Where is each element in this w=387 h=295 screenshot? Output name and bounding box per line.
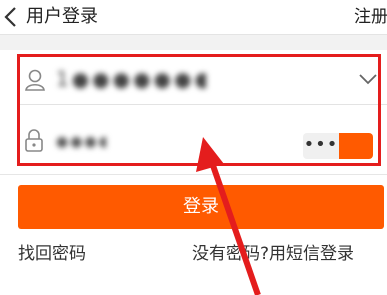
chevron-down-icon[interactable] — [358, 72, 378, 86]
login-form: 1●●●●●●●●● ●●●● ••• — [0, 50, 387, 175]
page-title: 用户登录 — [26, 6, 98, 27]
password-visibility-toggle[interactable]: ••• — [303, 133, 373, 159]
sms-login-link[interactable]: 没有密码?用短信登录 — [192, 242, 354, 266]
user-icon — [25, 69, 45, 91]
header-bar: 用户登录 注册 — [0, 0, 387, 35]
toggle-dots: ••• — [303, 133, 339, 159]
form-divider — [18, 104, 387, 105]
back-icon[interactable] — [2, 5, 22, 29]
register-link[interactable]: 注册 — [354, 5, 387, 29]
lock-icon — [25, 129, 43, 152]
toggle-knob — [339, 133, 373, 159]
password-input[interactable]: ●●●● — [56, 132, 106, 152]
forgot-password-link[interactable]: 找回密码 — [18, 242, 86, 266]
account-input[interactable]: 1●●●●●●●●● — [56, 66, 206, 92]
header-spacer — [0, 35, 387, 50]
login-button[interactable]: 登录 — [18, 185, 384, 229]
